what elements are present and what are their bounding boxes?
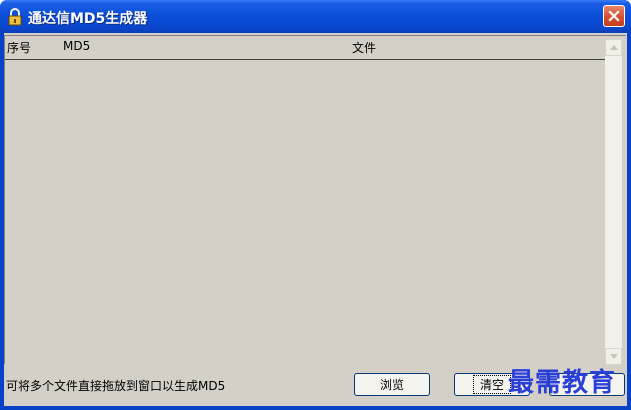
scroll-up-button[interactable]: [605, 39, 622, 56]
client-area: 序号 MD5 文件 可将多个文件直接拖放到窗口以生成MD5 浏览 清空: [4, 33, 627, 406]
close-icon: [608, 10, 620, 22]
window-title: 通达信MD5生成器: [28, 11, 148, 27]
browse-button-label: 浏览: [379, 378, 404, 392]
app-window: 通达信MD5生成器 序号 MD5 文件 可将多个文件直接拖放到窗口以生成MD5 …: [0, 0, 631, 410]
clear-button-label: 清空: [472, 375, 512, 394]
close-button[interactable]: [603, 5, 625, 27]
file-list[interactable]: 序号 MD5 文件: [4, 35, 626, 365]
list-header: 序号 MD5 文件: [5, 36, 605, 60]
browse-button[interactable]: 浏览: [354, 373, 430, 396]
status-text: 可将多个文件直接拖放到窗口以生成MD5: [6, 379, 226, 393]
lock-icon: [8, 8, 22, 26]
title-bar[interactable]: 通达信MD5生成器: [0, 0, 631, 33]
column-header-index[interactable]: 序号: [7, 39, 31, 56]
chevron-up-icon: [609, 45, 618, 50]
chevron-down-icon: [609, 354, 618, 359]
vertical-scrollbar[interactable]: [605, 39, 622, 365]
column-header-md5[interactable]: MD5: [63, 39, 90, 53]
watermark: 最需教育: [508, 368, 617, 398]
column-header-file[interactable]: 文件: [352, 39, 376, 56]
